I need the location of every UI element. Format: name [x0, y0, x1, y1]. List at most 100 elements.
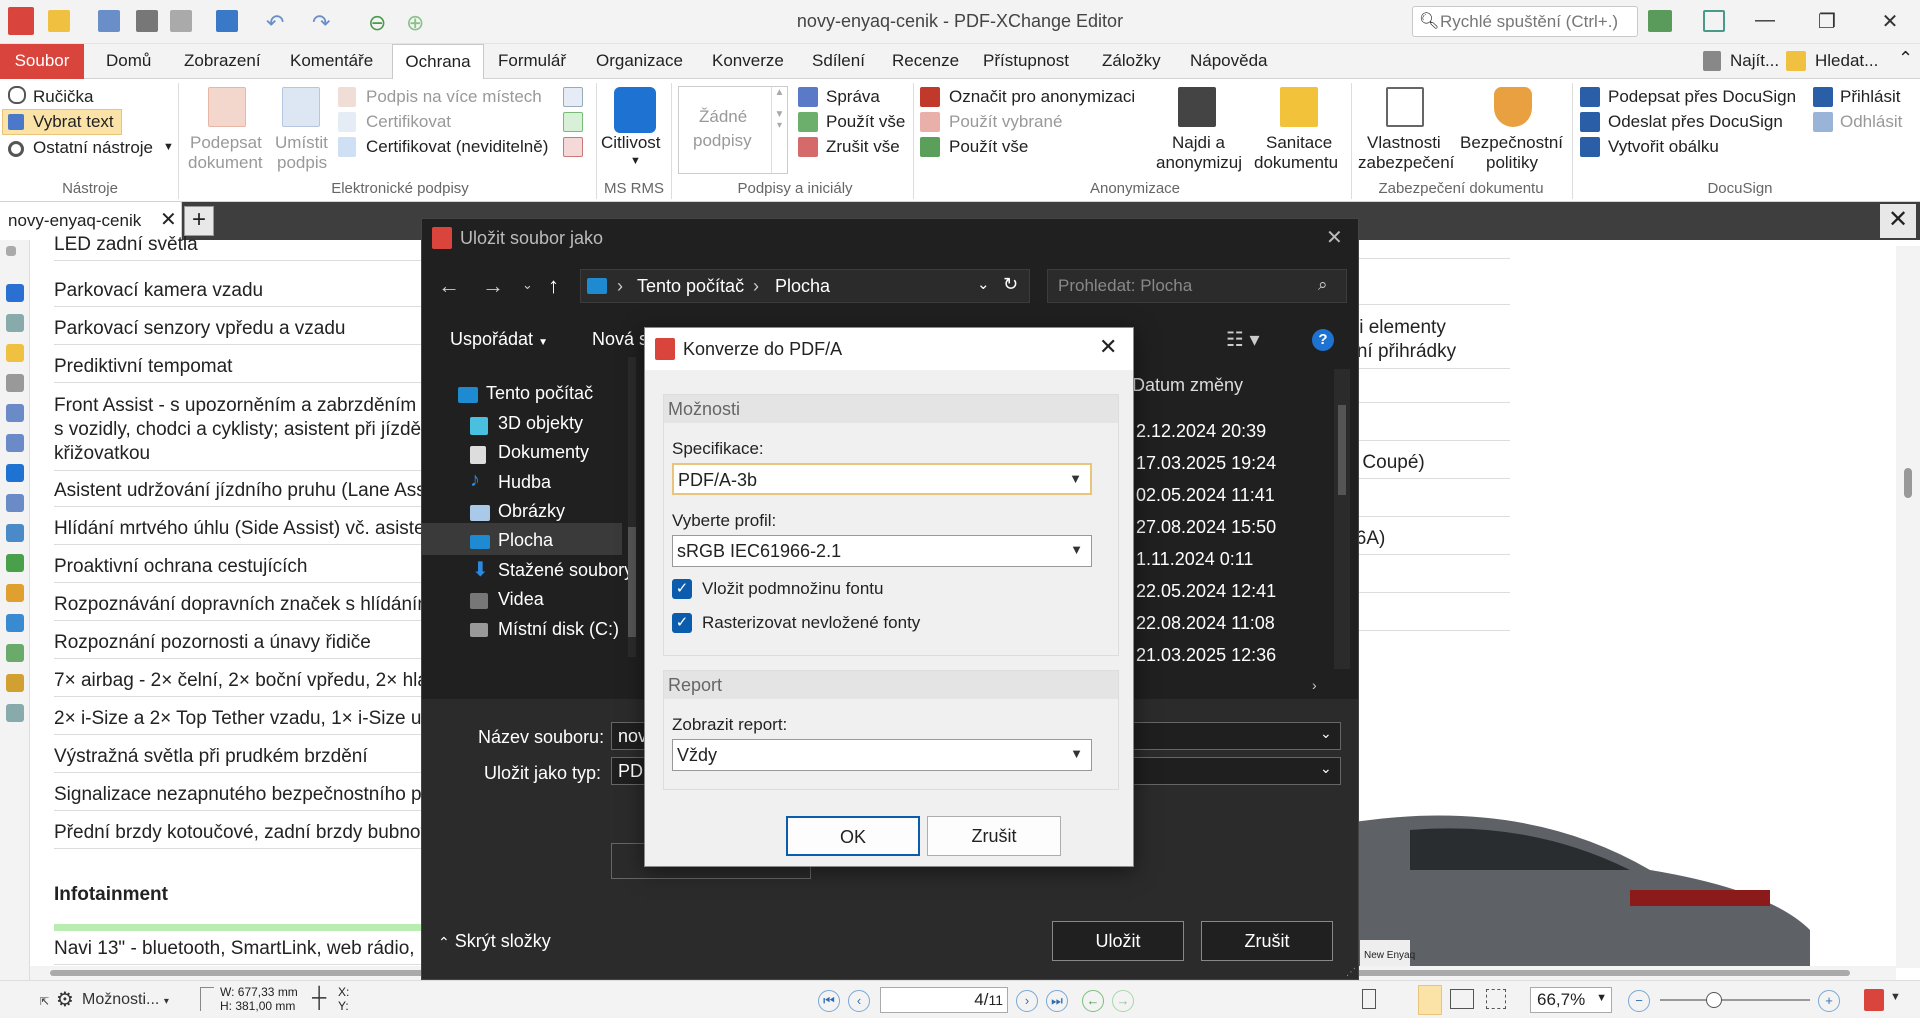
cancel-all-signatures[interactable]: Zrušit vše — [826, 137, 900, 157]
menu-zobrazeni[interactable]: Zobrazení — [184, 51, 261, 71]
last-page-button[interactable]: ⏭ — [1046, 990, 1068, 1012]
search-button[interactable]: Hledat... — [1815, 51, 1878, 71]
gallery-scroll[interactable]: ▲ ▼ ▾ — [771, 87, 787, 173]
articles-icon[interactable] — [6, 704, 24, 722]
search-pane-icon[interactable] — [6, 524, 24, 542]
zoom-in-button[interactable]: + — [1818, 990, 1840, 1012]
cancel-button[interactable]: Zrušit — [927, 816, 1061, 856]
save-dialog-close-button[interactable]: ✕ — [1326, 225, 1343, 250]
embed-fonts-label[interactable]: Vložit podmnožinu fontu — [702, 579, 883, 599]
zoom-slider-thumb[interactable] — [1706, 992, 1722, 1008]
continuous-page-icon[interactable] — [1418, 985, 1442, 1015]
quick-launch-input[interactable]: 🔍︎ Rychlé spuštění (Ctrl+.) — [1412, 6, 1638, 37]
bookmarks-icon[interactable] — [6, 284, 24, 302]
collapse-ribbon-icon[interactable]: ⌃ — [1898, 48, 1913, 69]
menu-konverze[interactable]: Konverze — [712, 51, 784, 71]
embed-fonts-checkbox[interactable]: ✓ — [672, 579, 692, 599]
profile-select[interactable]: sRGB IEC61966-2.1 ▼ — [672, 535, 1092, 567]
rasterize-fonts-label[interactable]: Rasterizovat nevložené fonty — [702, 613, 920, 633]
properties-icon[interactable] — [6, 434, 24, 452]
single-page-icon[interactable] — [1362, 989, 1376, 1009]
layers-icon[interactable] — [6, 464, 24, 482]
stamps-icon[interactable] — [6, 614, 24, 632]
nav-item-music[interactable]: Hudba — [498, 472, 551, 493]
pages-icon[interactable] — [6, 314, 24, 332]
new-folder-button[interactable]: Nová s — [592, 329, 648, 350]
chevron-down-icon[interactable]: ▼ — [1890, 991, 1901, 1003]
signatures-icon[interactable] — [6, 674, 24, 692]
validate-icon[interactable] — [563, 87, 583, 107]
docusign-create-envelope[interactable]: Vytvořit obálku — [1608, 137, 1719, 157]
apply-selected-redactions[interactable]: Použít vybrané — [949, 112, 1062, 132]
document-icon[interactable] — [6, 404, 24, 422]
zoom-select[interactable]: 66,7% ▼ — [1530, 987, 1612, 1013]
chevron-down-icon[interactable]: ⌄ — [1320, 725, 1332, 742]
form-icon[interactable] — [6, 494, 24, 512]
refresh-icon[interactable]: ↻ — [1003, 274, 1018, 295]
back-view-button[interactable]: ← — [1082, 990, 1104, 1012]
zoom-out-button[interactable]: − — [1628, 990, 1650, 1012]
certify-invisible[interactable]: Certifikovat (neviditelně) — [366, 137, 548, 157]
nav-item-desktop[interactable]: Plocha — [498, 530, 553, 551]
ok-button[interactable]: OK — [786, 816, 920, 856]
sensitivity-button[interactable]: Citlivost — [601, 133, 661, 153]
chevron-down-icon[interactable]: ⌄ — [1320, 760, 1332, 777]
docusign-send[interactable]: Odeslat přes DocuSign — [1608, 112, 1783, 132]
close-button[interactable]: ✕ — [1870, 9, 1910, 34]
fullscreen-icon[interactable] — [1703, 10, 1725, 32]
tags-icon[interactable] — [6, 554, 24, 572]
first-page-button[interactable]: ⏮ — [818, 990, 840, 1012]
collapse-arrow-icon[interactable] — [6, 246, 16, 256]
links-icon[interactable] — [6, 584, 24, 602]
hand-tool[interactable]: Ručička — [33, 87, 93, 107]
menu-komentare[interactable]: Komentáře — [290, 51, 373, 71]
organize-button[interactable]: Uspořádat ▼ — [450, 329, 548, 350]
address-bar[interactable]: › Tento počítač › Plocha ⌄ ↻ — [580, 269, 1030, 303]
options-menu[interactable]: Možnosti... ▾ — [82, 991, 169, 1009]
menu-ochrana[interactable]: Ochrana — [392, 44, 484, 80]
folder-search-input[interactable]: Prohledat: Plocha ⌕ — [1047, 269, 1347, 303]
comments-icon[interactable] — [6, 344, 24, 362]
address-dropdown-icon[interactable]: ⌄ — [977, 275, 990, 293]
show-report-select[interactable]: Vždy ▼ — [672, 739, 1092, 771]
find-and-redact-1[interactable]: Najdi a — [1172, 133, 1225, 153]
help-icon[interactable]: ? — [1312, 329, 1334, 351]
rasterize-fonts-checkbox[interactable]: ✓ — [672, 613, 692, 633]
zoom-slider[interactable] — [1660, 992, 1810, 1008]
certify[interactable]: Certifikovat — [366, 112, 451, 132]
cancel-save-button[interactable]: Zrušit — [1201, 921, 1333, 961]
minimize-button[interactable]: — — [1745, 9, 1785, 32]
docusign-login[interactable]: Přihlásit — [1840, 87, 1900, 107]
menu-pristupnost[interactable]: Přístupnost — [983, 51, 1069, 71]
menu-soubor[interactable]: Soubor — [0, 44, 84, 79]
docusign-logout[interactable]: Odhlásit — [1840, 112, 1902, 132]
nav-item-videos[interactable]: Videa — [498, 589, 544, 610]
sanitize-document-1[interactable]: Sanitace — [1266, 133, 1332, 153]
vertical-scrollbar[interactable] — [1896, 246, 1920, 968]
nav-scrollbar[interactable] — [628, 357, 636, 657]
place-signature-label-1[interactable]: Umístit — [275, 133, 328, 153]
pdfa-close-button[interactable]: ✕ — [1099, 334, 1117, 360]
menu-napoveda[interactable]: Nápověda — [1190, 51, 1268, 71]
forward-arrow-icon[interactable]: → — [482, 273, 504, 299]
new-tab-button[interactable]: + — [184, 206, 214, 236]
sign-multiple-places[interactable]: Podpis na více místech — [366, 87, 542, 107]
other-tools[interactable]: Ostatní nástroje — [33, 138, 153, 158]
view-options-icon[interactable]: ☷ ▾ — [1226, 327, 1260, 352]
date-modified-header[interactable]: Datum změny — [1132, 375, 1243, 396]
menu-formular[interactable]: Formulář — [498, 51, 566, 71]
nav-item-3d-objects[interactable]: 3D objekty — [498, 413, 583, 434]
nav-item-pictures[interactable]: Obrázky — [498, 501, 565, 522]
recent-chevron-icon[interactable]: ⌄ — [522, 277, 533, 293]
maximize-button[interactable]: ❐ — [1807, 9, 1847, 34]
manage-signatures[interactable]: Správa — [826, 87, 880, 107]
resize-grip-icon[interactable]: ⋰ — [1346, 967, 1356, 978]
menu-recenze[interactable]: Recenze — [892, 51, 959, 71]
docusign-sign[interactable]: Podepsat přes DocuSign — [1608, 87, 1796, 107]
menu-zalozky[interactable]: Záložky — [1102, 51, 1161, 71]
content-icon[interactable] — [6, 644, 24, 662]
find-button[interactable]: Najít... — [1730, 51, 1779, 71]
close-all-tabs-button[interactable]: ✕ — [1880, 204, 1916, 238]
sign-document-label-1[interactable]: Podepsat — [190, 133, 262, 153]
file-list-scrollbar[interactable] — [1334, 369, 1350, 669]
